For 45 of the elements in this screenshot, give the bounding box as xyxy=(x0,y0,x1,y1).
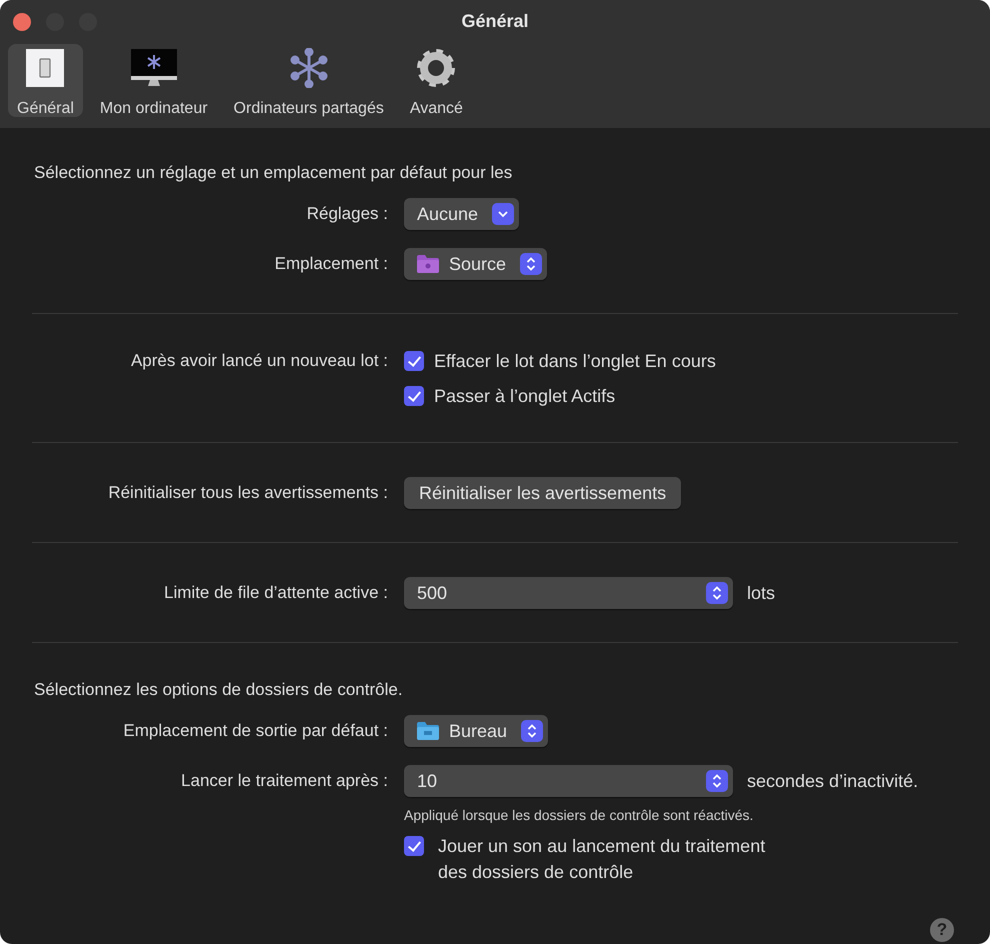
folder-icon xyxy=(417,722,439,740)
window-title: Général xyxy=(461,11,529,32)
checkbox-label: Jouer un son au lancement du traitement des dossiers de contrôle xyxy=(438,835,766,884)
hint-text: Appliqué lorsque les dossiers de contrôle sont réactivés. xyxy=(404,807,754,823)
field-label: Réglages : xyxy=(306,204,388,223)
tab-label: Mon ordinateur xyxy=(100,100,208,118)
stepper-icon xyxy=(706,582,728,604)
network-icon xyxy=(288,48,329,88)
popup-menu[interactable]: Aucune xyxy=(404,198,520,230)
tab-label: Général xyxy=(17,100,74,118)
checkbox-label: Passer à l’onglet Actifs xyxy=(434,385,616,408)
popup-menu[interactable]: 500 xyxy=(404,577,733,609)
popup-menu[interactable]: 10 xyxy=(404,765,733,797)
tab-label: Ordinateurs partagés xyxy=(234,100,384,118)
popup-menu[interactable]: Bureau xyxy=(404,715,548,747)
checkbox[interactable] xyxy=(404,836,424,856)
stepper-icon xyxy=(706,770,728,792)
gear-icon xyxy=(416,48,456,88)
close-button[interactable] xyxy=(13,13,31,31)
chevron-icon xyxy=(492,203,514,225)
field-label: Lancer le traitement après : xyxy=(181,771,388,790)
field-label: Emplacement de sortie par défaut : xyxy=(123,721,388,740)
section-heading: Sélectionnez un réglage et un emplacement par défaut pour les xyxy=(33,162,514,184)
unit-label: lots xyxy=(747,582,776,604)
toolbar-tab[interactable]: Général xyxy=(8,44,83,117)
unit-label: secondes d’inactivité. xyxy=(747,770,918,792)
field-label: Limite de file d’attente active : xyxy=(164,583,388,602)
stepper-icon xyxy=(521,720,544,742)
section-heading: Sélectionnez les options de dossiers de contrôle. xyxy=(33,679,404,701)
toolbar-tab[interactable]: Mon ordinateur xyxy=(90,44,217,117)
popup-menu[interactable]: Source xyxy=(404,248,548,280)
field-label: Après avoir lancé un nouveau lot : xyxy=(130,351,388,370)
tab-label: Avancé xyxy=(410,100,463,118)
switch-icon xyxy=(25,48,66,88)
toolbar-tab[interactable]: Ordinateurs partagés xyxy=(224,44,393,117)
toolbar-tab[interactable]: Avancé xyxy=(400,44,472,117)
stepper-icon xyxy=(520,253,542,275)
monitor-icon xyxy=(130,48,178,88)
field-label: Réinitialiser tous les avertissements : xyxy=(108,483,388,502)
checkbox[interactable] xyxy=(404,386,424,406)
field-label: Emplacement : xyxy=(274,254,388,273)
checkbox[interactable] xyxy=(404,351,424,371)
reset-button[interactable]: Réinitialiser les avertissements xyxy=(404,477,682,509)
checkbox-label: Effacer le lot dans l’onglet En cours xyxy=(434,350,716,373)
folder-gear-icon xyxy=(417,255,439,273)
